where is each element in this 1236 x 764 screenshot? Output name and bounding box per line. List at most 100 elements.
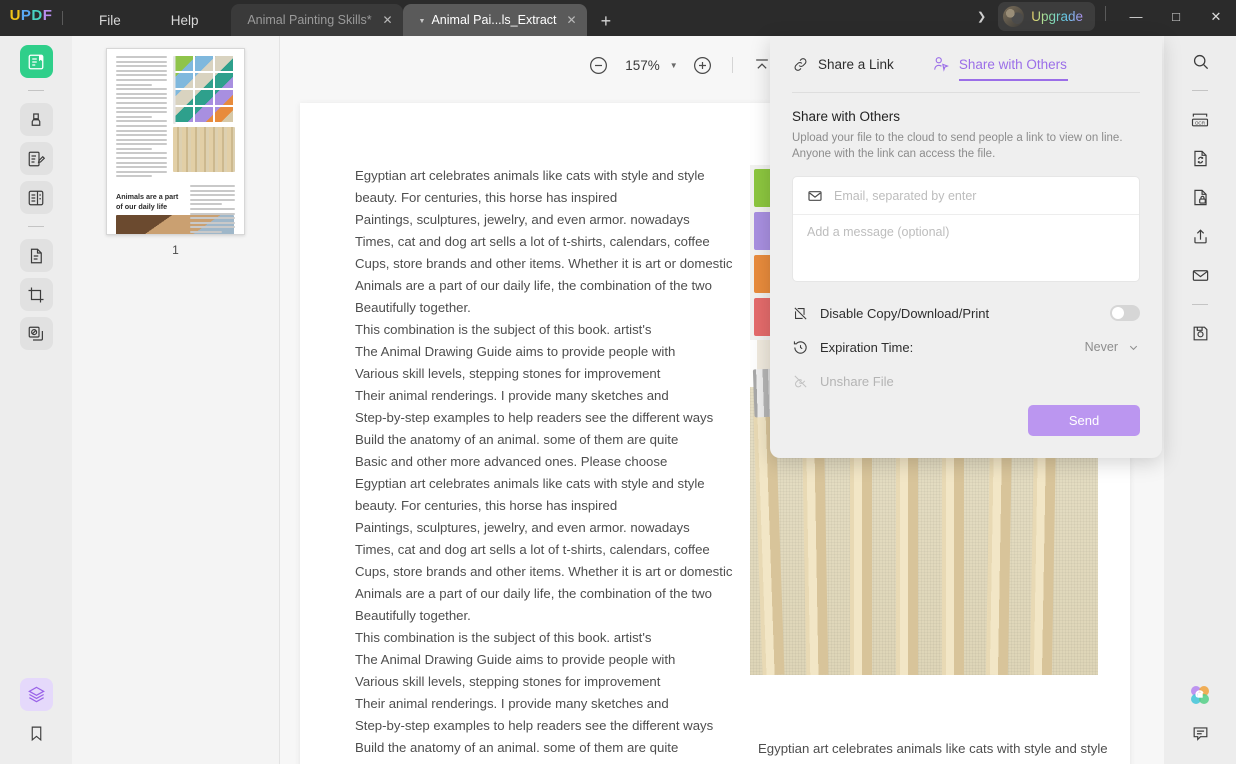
avatar[interactable] [1003,6,1025,27]
close-icon[interactable]: ✕ [567,13,577,27]
chevron-down-icon[interactable] [1127,341,1140,354]
doc-line: beauty. For centuries, this horse has in… [355,190,618,205]
tab-label: Animal Painting Skills* [247,13,372,27]
marker-pen-icon [27,111,45,129]
thumbnail-panel: Animals are a part of our daily life 1 [72,36,280,764]
unshare-row[interactable]: Unshare File [792,364,1140,398]
save-disk-icon [1191,324,1210,343]
comment-tool[interactable] [1184,717,1217,750]
comment-icon [1191,724,1210,743]
chevron-down-icon[interactable]: ▼ [419,18,426,25]
sidebar-annotate-tool[interactable] [19,103,53,136]
disable-copy-row: Disable Copy/Download/Print [792,296,1140,330]
email-field[interactable]: Email, separated by enter [793,177,1139,215]
logo-letter-d: D [31,6,43,24]
envelope-icon [1191,266,1210,285]
titlebar-right-group: ❯ Upgrade — □ ✕ [965,0,1236,36]
doc-line: Egyptian art celebrates animals like cat… [355,476,705,491]
menu-help[interactable]: Help [157,0,213,36]
protect-tool[interactable] [1184,181,1217,214]
maximize-button[interactable]: □ [1156,0,1196,36]
thumbnail-page-1[interactable]: Animals are a part of our daily life [106,48,245,235]
tab-label: Share a Link [818,56,894,72]
thumbnail-page-number: 1 [172,243,179,257]
share-panel-description: Upload your file to the cloud to send pe… [792,132,1123,160]
share-input-group: Email, separated by enter Add a message … [792,176,1140,282]
document-caption: Egyptian art celebrates animals like cat… [758,738,1118,764]
doc-line: Step-by-step examples to help readers se… [355,718,714,733]
sidebar-crop-tool[interactable] [19,278,53,311]
zoom-level-value[interactable]: 157% [625,58,660,73]
updf-application-window: UPDF File Help Animal Painting Skills* ✕… [0,0,1236,764]
thumbnail-top-row [116,56,235,180]
sidebar-page-tool[interactable] [19,239,53,272]
doc-line: Times, cat and dog art sells a lot of t-… [355,234,710,249]
thumbnail-photo-column [173,56,235,180]
doc-line: Paintings, sculptures, jewelry, and even… [355,212,690,227]
menu-file[interactable]: File [85,0,135,36]
message-field[interactable]: Add a message (optional) [793,215,1139,281]
new-tab-button[interactable]: + [601,11,612,32]
sidebar-batch-tool[interactable] [19,317,53,350]
convert-tool[interactable] [1184,142,1217,175]
form-list-icon [27,189,45,207]
tab-share-with-others[interactable]: Share with Others [932,36,1068,92]
active-tab-underline [958,79,1068,81]
doc-line: Beautifully together. [355,300,471,315]
expiration-right: Never [1085,340,1140,354]
doc-line: Build the anatomy of an animal. some of … [355,432,679,447]
search-tool[interactable] [1184,45,1217,78]
save-tool[interactable] [1184,317,1217,350]
doc-line: Various skill levels, stepping stones fo… [355,674,661,689]
zoom-out-button[interactable] [581,48,615,82]
logo-letter-u: U [9,6,21,24]
crop-icon [27,286,45,304]
ocr-tool[interactable]: OCR [1184,103,1217,136]
close-icon[interactable]: ✕ [382,13,392,27]
doc-line: This combination is the subject of this … [355,322,652,337]
disable-copy-label: Disable Copy/Download/Print [820,305,990,321]
unshare-icon [792,373,809,390]
chevron-down-icon[interactable]: ▼ [670,61,678,70]
tab-label: Share with Others [958,56,1067,72]
tab-animal-pai-ls-extract[interactable]: ▼ Animal Pai...ls_Extract ✕ [402,4,587,36]
doc-line: Beautifully together. [355,608,471,623]
sidebar-form-tool[interactable] [19,181,53,214]
expiration-value[interactable]: Never [1085,340,1118,354]
send-button[interactable]: Send [1028,405,1140,436]
doc-line: Egyptian art celebrates animals like cat… [355,168,705,183]
title-divider [62,11,63,25]
doc-line: Times, cat and dog art sells a lot of t-… [355,542,710,557]
rail-divider [28,226,44,227]
chevron-down-icon[interactable]: ❯ [965,10,998,23]
sidebar-edit-tool[interactable] [19,142,53,175]
doc-line: Animals are a part of our daily life, th… [355,586,712,601]
disable-copy-toggle[interactable] [1110,305,1140,321]
updf-logo: UPDF [0,0,62,36]
tab-animal-painting-skills[interactable]: Animal Painting Skills* ✕ [230,4,403,36]
doc-line: Basic and other more advanced ones. Plea… [355,454,668,469]
upgrade-button[interactable]: Upgrade [998,2,1095,31]
expiration-row: Expiration Time: Never [792,330,1140,364]
book-reader-icon [27,53,45,71]
expiration-clock-icon [792,339,809,356]
page-document-icon [27,247,45,265]
sidebar-reader-tool[interactable] [19,45,53,78]
envelope-icon [807,188,823,204]
doc-line: The Animal Drawing Guide aims to provide… [355,652,676,667]
mail-tool[interactable] [1184,259,1217,292]
zoom-in-button[interactable] [686,48,720,82]
sidebar-bookmark[interactable] [20,717,53,750]
right-toolbar-rail: OCR [1164,36,1236,764]
unshare-label: Unshare File [820,373,894,389]
message-placeholder: Add a message (optional) [807,225,950,239]
tab-share-a-link[interactable]: Share a Link [792,36,894,92]
minimize-button[interactable]: — [1116,0,1156,36]
thumbnail-text-block-2 [190,185,235,234]
share-tool[interactable] [1184,220,1217,253]
panel-divider [792,92,1140,93]
share-panel-title: Share with Others [792,109,901,124]
ai-assistant[interactable] [1184,678,1217,711]
sidebar-layers[interactable] [19,678,53,711]
close-button[interactable]: ✕ [1196,0,1236,36]
